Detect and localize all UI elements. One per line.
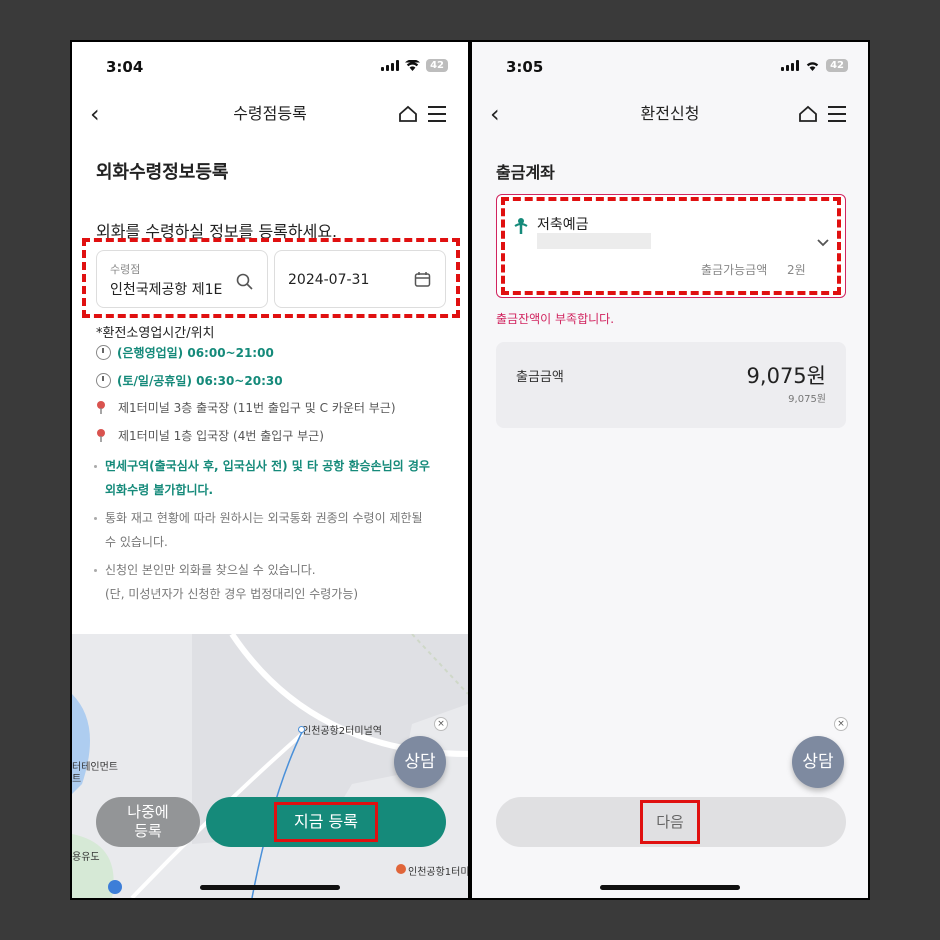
- available-value: 2원: [787, 263, 806, 277]
- location-item: 제1터미널 1층 입국장 (4번 출입구 부근): [96, 427, 324, 444]
- notice-line: (단, 미성년자가 신청한 경우 법정대리인 수령가능): [105, 587, 359, 601]
- hours-weekend: (토/일/공휴일) 06:30~20:30: [96, 372, 283, 389]
- available-label: 출금가능금액: [701, 263, 768, 277]
- status-time: 3:04: [106, 58, 144, 76]
- header: ‹ 수령점등록: [72, 102, 468, 126]
- map-poi-icon: [108, 880, 122, 894]
- amount-value: 9,075원: [746, 364, 826, 388]
- close-icon[interactable]: ×: [834, 717, 848, 731]
- account-name: 저축예금: [537, 217, 589, 233]
- menu-icon[interactable]: [428, 106, 446, 122]
- date-value: 2024-07-31: [288, 272, 370, 288]
- location-text: 제1터미널 1층 입국장 (4번 출입구 부근): [118, 429, 324, 443]
- notice-item: 신청인 본인만 외화를 찾으실 수 있습니다. (단, 미성년자가 신청한 경우…: [94, 558, 358, 606]
- location-item: 제1터미널 3층 출국장 (11번 출입구 및 C 카운터 부근): [96, 399, 396, 416]
- chat-button[interactable]: 상담: [792, 736, 844, 788]
- pin-icon: [97, 401, 105, 414]
- right-phone-screen: 3:05 42 ‹ 환전신청 출금계좌 저축예금 출금가능금액 2원 출금잔액이…: [472, 42, 868, 898]
- register-now-button[interactable]: 지금 등록: [206, 797, 446, 847]
- date-field[interactable]: 2024-07-31: [274, 250, 446, 308]
- battery-icon: 42: [426, 59, 448, 72]
- register-later-line: 등록: [134, 822, 162, 840]
- menu-icon[interactable]: [828, 106, 846, 122]
- home-icon[interactable]: [398, 104, 418, 124]
- status-icons: 42: [381, 59, 448, 72]
- pickup-label: 수령점: [110, 263, 141, 276]
- notice-line: 수 있습니다.: [105, 535, 168, 549]
- status-icons: 42: [781, 59, 848, 72]
- notice-line: 통화 재고 현황에 따라 원하시는 외국통화 권종의 수령이 제한될: [105, 511, 423, 525]
- signal-icon: [781, 60, 800, 71]
- chat-button[interactable]: 상담: [394, 736, 446, 788]
- next-label: 다음: [640, 800, 700, 844]
- error-message: 출금잔액이 부족합니다.: [496, 312, 615, 326]
- notice-line: 면세구역(출국심사 후, 입국심사 전) 및 타 공항 환승손님의 경우: [105, 459, 430, 473]
- map-label: 트: [72, 774, 82, 785]
- pickup-value: 인천국제공항 제1E: [110, 282, 223, 298]
- left-phone-frame: 3:04 42 ‹ 수령점등록 외화수령정보등록 외화를 수령하실 정보를 등록…: [70, 40, 470, 900]
- notice-item: 면세구역(출국심사 후, 입국심사 전) 및 타 공항 환승손님의 경우 외화수…: [94, 454, 430, 502]
- map-label: 인천공항2터미널역: [302, 726, 382, 737]
- bank-logo-icon: [514, 218, 528, 234]
- register-now-label: 지금 등록: [274, 802, 378, 842]
- clock-icon: [96, 373, 111, 388]
- header: ‹ 환전신청: [472, 102, 868, 126]
- next-button[interactable]: 다음: [496, 797, 846, 847]
- airport-marker: [396, 864, 406, 874]
- hours-text: (은행영업일) 06:00~21:00: [117, 346, 274, 360]
- hours-title: *환전소영업시간/위치: [96, 326, 215, 341]
- hours-weekday: (은행영업일) 06:00~21:00: [96, 344, 274, 361]
- home-indicator: [600, 885, 740, 890]
- amount-box: 출금금액 9,075원 9,075원: [496, 342, 846, 428]
- section-title: 외화수령정보등록: [96, 162, 229, 183]
- calendar-icon[interactable]: [414, 271, 431, 288]
- search-icon[interactable]: [236, 273, 253, 290]
- hours-text: (토/일/공휴일) 06:30~20:30: [117, 374, 283, 388]
- notice-item: 통화 재고 현황에 따라 원하시는 외국통화 권종의 수령이 제한될 수 있습니…: [94, 506, 423, 554]
- notice-line: 외화수령 불가합니다.: [105, 483, 214, 497]
- location-text: 제1터미널 3층 출국장 (11번 출입구 및 C 카운터 부근): [118, 401, 396, 415]
- notice-line: 신청인 본인만 외화를 찾으실 수 있습니다.: [105, 563, 316, 577]
- close-icon[interactable]: ×: [434, 717, 448, 731]
- clock-icon: [96, 345, 111, 360]
- section-title: 출금계좌: [496, 163, 555, 182]
- account-number-masked: [537, 233, 651, 249]
- battery-icon: 42: [826, 59, 848, 72]
- amount-sub-value: 9,075원: [788, 394, 826, 405]
- right-phone-frame: 3:05 42 ‹ 환전신청 출금계좌 저축예금 출금가능금액 2원 출금잔액이…: [470, 40, 870, 900]
- account-selector[interactable]: 저축예금 출금가능금액 2원: [496, 194, 846, 298]
- register-later-button[interactable]: 나중에 등록: [96, 797, 200, 847]
- register-later-line: 나중에: [127, 803, 169, 821]
- wifi-icon: [806, 62, 819, 71]
- pickup-location-field[interactable]: 수령점 인천국제공항 제1E: [96, 250, 268, 308]
- signal-icon: [381, 60, 400, 71]
- map-label: 인천공항1터미: [408, 867, 468, 878]
- chevron-down-icon[interactable]: [817, 239, 829, 247]
- amount-label: 출금금액: [516, 370, 564, 385]
- home-indicator: [200, 885, 340, 890]
- wifi-icon: [405, 60, 421, 71]
- map-label: 용유도: [72, 852, 100, 863]
- home-icon[interactable]: [798, 104, 818, 124]
- pin-icon: [97, 429, 105, 442]
- status-time: 3:05: [506, 58, 544, 76]
- station-marker: [298, 726, 305, 733]
- left-phone-screen: 3:04 42 ‹ 수령점등록 외화수령정보등록 외화를 수령하실 정보를 등록…: [72, 42, 468, 898]
